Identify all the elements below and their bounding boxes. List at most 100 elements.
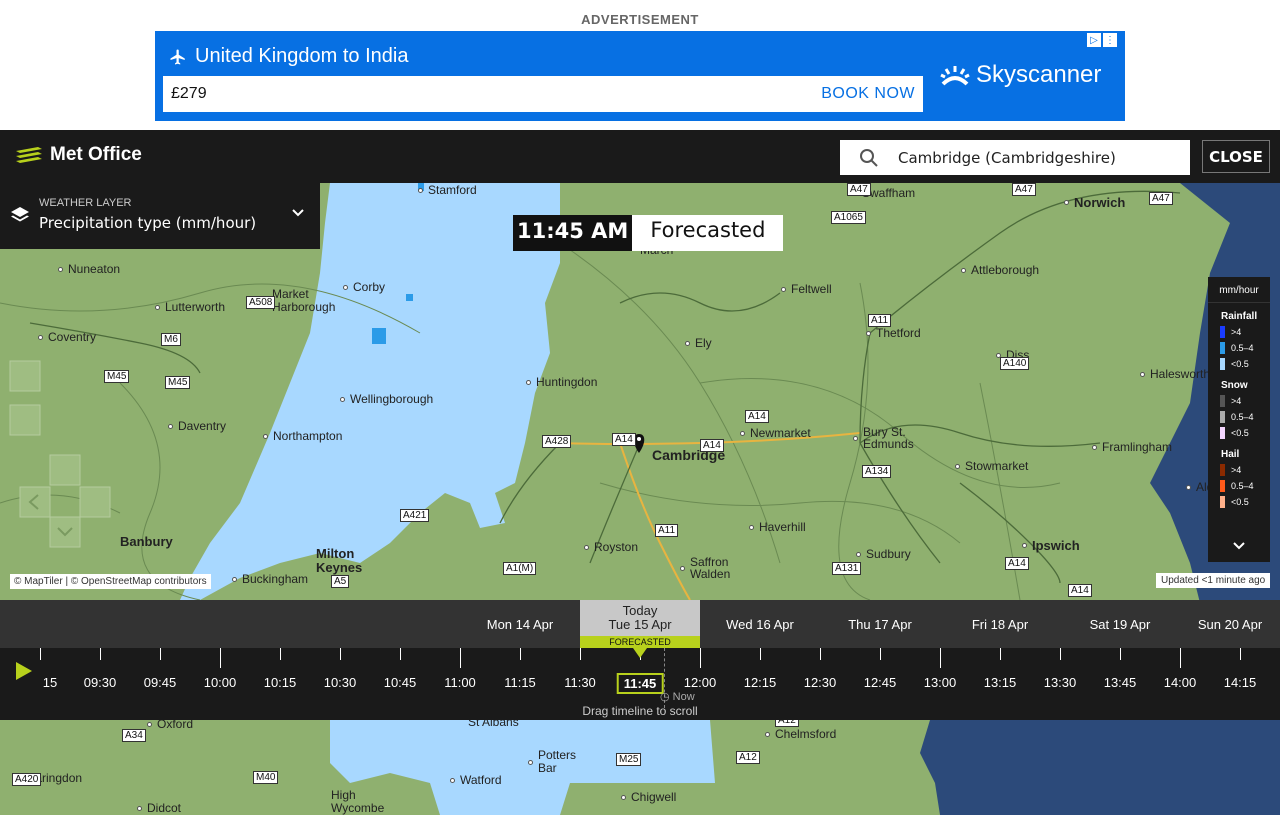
adchoices[interactable]: ▷ ⋮ (1087, 33, 1117, 47)
road-label: A47 (847, 183, 871, 196)
timeline-time-label[interactable]: 11:30 (564, 675, 596, 690)
day-tab[interactable]: Sat 19 Apr (1060, 600, 1180, 648)
place-label: Huntingdon (526, 375, 597, 389)
place-label: Potters Bar (528, 749, 598, 775)
search-input[interactable] (898, 148, 1178, 167)
timeline-tick (340, 648, 341, 660)
road-label: A508 (246, 296, 276, 309)
timeline-current-time[interactable]: 11:45 (616, 673, 664, 694)
road-label: A14 (1068, 584, 1092, 597)
legend-row: 0.5–4 (1208, 340, 1270, 356)
timeline-time-label[interactable]: 11:00 (444, 675, 476, 690)
place-label: Saffron Walden (680, 556, 740, 580)
chevron-down-icon[interactable] (290, 205, 306, 225)
timeline[interactable]: 15 09:30 09:45 10:00 10:15 10:30 10:45 11:00 11:… (0, 648, 1280, 720)
drag-hint: Drag timeline to scroll (582, 704, 698, 718)
timeline-time-label[interactable]: 12:00 (684, 675, 717, 690)
place-label: High Wycombe (331, 788, 385, 815)
timeline-time-label[interactable]: 11:15 (504, 675, 536, 690)
place-label: Chigwell (621, 790, 676, 804)
road-label: A14 (612, 433, 636, 446)
sea-lower (920, 720, 1280, 815)
day-tab-today-label: Today (622, 603, 658, 618)
ad-route[interactable]: United Kingdom to India (169, 45, 408, 68)
timeline-tick (220, 648, 221, 668)
timeline-time-label[interactable]: 13:15 (984, 675, 1017, 690)
timeline-tick (880, 648, 881, 660)
current-time-pointer-icon[interactable] (633, 648, 647, 658)
skyscanner-logo[interactable]: Skyscanner (940, 61, 1101, 89)
location-search[interactable] (840, 140, 1190, 175)
place-label: Chelmsford (765, 727, 836, 741)
day-tab[interactable]: Mon 14 Apr (460, 600, 580, 648)
ad-book-now-button[interactable]: BOOK NOW (821, 85, 915, 103)
place-label: Coventry (38, 330, 96, 344)
road-label: A11 (868, 314, 892, 327)
road-label: A5 (331, 575, 350, 588)
timeline-time-label[interactable]: 09:45 (144, 675, 177, 690)
adchoices-icon[interactable]: ▷ (1087, 33, 1101, 47)
timeline-tick (160, 648, 161, 660)
place-label: Framlingham (1092, 440, 1172, 454)
timeline-tick (700, 648, 701, 668)
legend-row: <0.5 (1208, 356, 1270, 372)
legend-row: >4 (1208, 462, 1270, 478)
timeline-tick (1000, 648, 1001, 660)
day-tab[interactable]: Wed 16 Apr (700, 600, 820, 648)
map[interactable]: Stamford Swaffham Norwich Nuneaton Corby… (0, 183, 1280, 815)
timeline-time-label[interactable]: 10:30 (324, 675, 357, 690)
ad-menu-icon[interactable]: ⋮ (1103, 33, 1117, 47)
legend-group-rainfall: Rainfall (1221, 311, 1258, 322)
timeline-time-label[interactable]: 13:45 (1104, 675, 1137, 690)
timeline-time-label[interactable]: 10:15 (264, 675, 297, 690)
place-label: Wellingborough (340, 392, 433, 406)
day-tab-today[interactable]: Today Tue 15 Apr FORECASTED (580, 600, 700, 648)
map-attribution[interactable]: © MapTiler | © OpenStreetMap contributor… (10, 574, 211, 589)
timeline-tick (940, 648, 941, 668)
place-label: Market Harborough (272, 287, 336, 314)
day-tab[interactable]: Sun 20 Apr (1180, 600, 1280, 648)
timeline-tick (820, 648, 821, 660)
place-label: Thetford (866, 326, 921, 340)
timeline-time-label[interactable]: 10:00 (204, 675, 237, 690)
timeline-tick (280, 648, 281, 660)
met-office-logo[interactable]: Met Office (16, 144, 142, 166)
road-label: M40 (253, 771, 279, 784)
place-label: Ipswich (1022, 538, 1080, 553)
close-button[interactable]: CLOSE (1202, 140, 1270, 173)
ad-route-text: United Kingdom to India (195, 45, 409, 67)
timeline-time-label[interactable]: 12:15 (744, 675, 777, 690)
play-icon[interactable] (14, 660, 34, 682)
place-label: Northampton (263, 429, 342, 443)
road-label: A421 (400, 509, 430, 522)
ad-banner[interactable]: United Kingdom to India £279 BOOK NOW Sk… (155, 31, 1125, 121)
timeline-time-label[interactable]: 13:00 (924, 675, 957, 690)
timeline-tick (1180, 648, 1181, 668)
timeline-time-label[interactable]: 12:45 (864, 675, 897, 690)
day-tab[interactable]: Fri 18 Apr (940, 600, 1060, 648)
timeline-time-label[interactable]: 10:45 (384, 675, 417, 690)
timeline-time-label[interactable]: 09:30 (84, 675, 117, 690)
place-label: Feltwell (781, 282, 832, 296)
legend-group-hail: Hail (1221, 449, 1240, 460)
search-icon[interactable] (840, 148, 898, 168)
weather-layer-selector[interactable]: WEATHER LAYER Precipitation type (mm/hou… (0, 183, 320, 249)
rain-cell-2 (406, 294, 413, 301)
now-label: ◷ Now (660, 691, 695, 703)
timeline-time-label[interactable]: 12:30 (804, 675, 837, 690)
place-label: Sudbury (856, 547, 911, 561)
play-button[interactable] (14, 660, 34, 686)
updated-timestamp: Updated <1 minute ago (1156, 573, 1271, 588)
met-office-logo-icon (16, 147, 42, 163)
forecasted-badge: FORECASTED (580, 636, 700, 648)
timeline-time-label[interactable]: 15 (43, 675, 57, 690)
road-label: A420 (12, 773, 42, 786)
ad-price-box[interactable]: £279 BOOK NOW (163, 76, 923, 112)
legend-collapse-chevron-icon[interactable] (1232, 539, 1246, 558)
timeline-time-label[interactable]: 14:15 (1224, 675, 1257, 690)
timeline-time-label[interactable]: 13:30 (1044, 675, 1077, 690)
legend-row: <0.5 (1208, 494, 1270, 510)
road-label: M45 (104, 370, 130, 383)
timeline-time-label[interactable]: 14:00 (1164, 675, 1197, 690)
day-tab[interactable]: Thu 17 Apr (820, 600, 940, 648)
